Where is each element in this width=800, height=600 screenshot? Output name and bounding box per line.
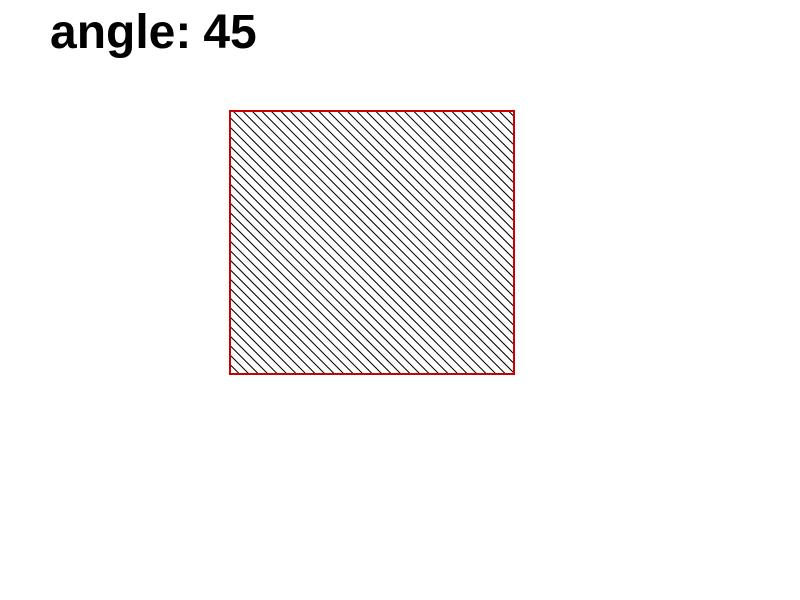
canvas-page: angle: 45 <box>0 0 800 600</box>
hatch-line <box>508 111 514 118</box>
hatch-line <box>518 111 781 374</box>
hatch-line <box>230 373 231 374</box>
hatch-line <box>230 344 259 374</box>
hatch-line <box>230 335 269 374</box>
hatch-line <box>479 111 514 146</box>
hatch-line <box>230 363 240 374</box>
hatch-line <box>498 111 514 127</box>
hatch-drawing <box>0 110 781 375</box>
hatch-line <box>489 111 514 137</box>
hatch-line <box>0 111 221 374</box>
hatch-line <box>230 354 250 374</box>
